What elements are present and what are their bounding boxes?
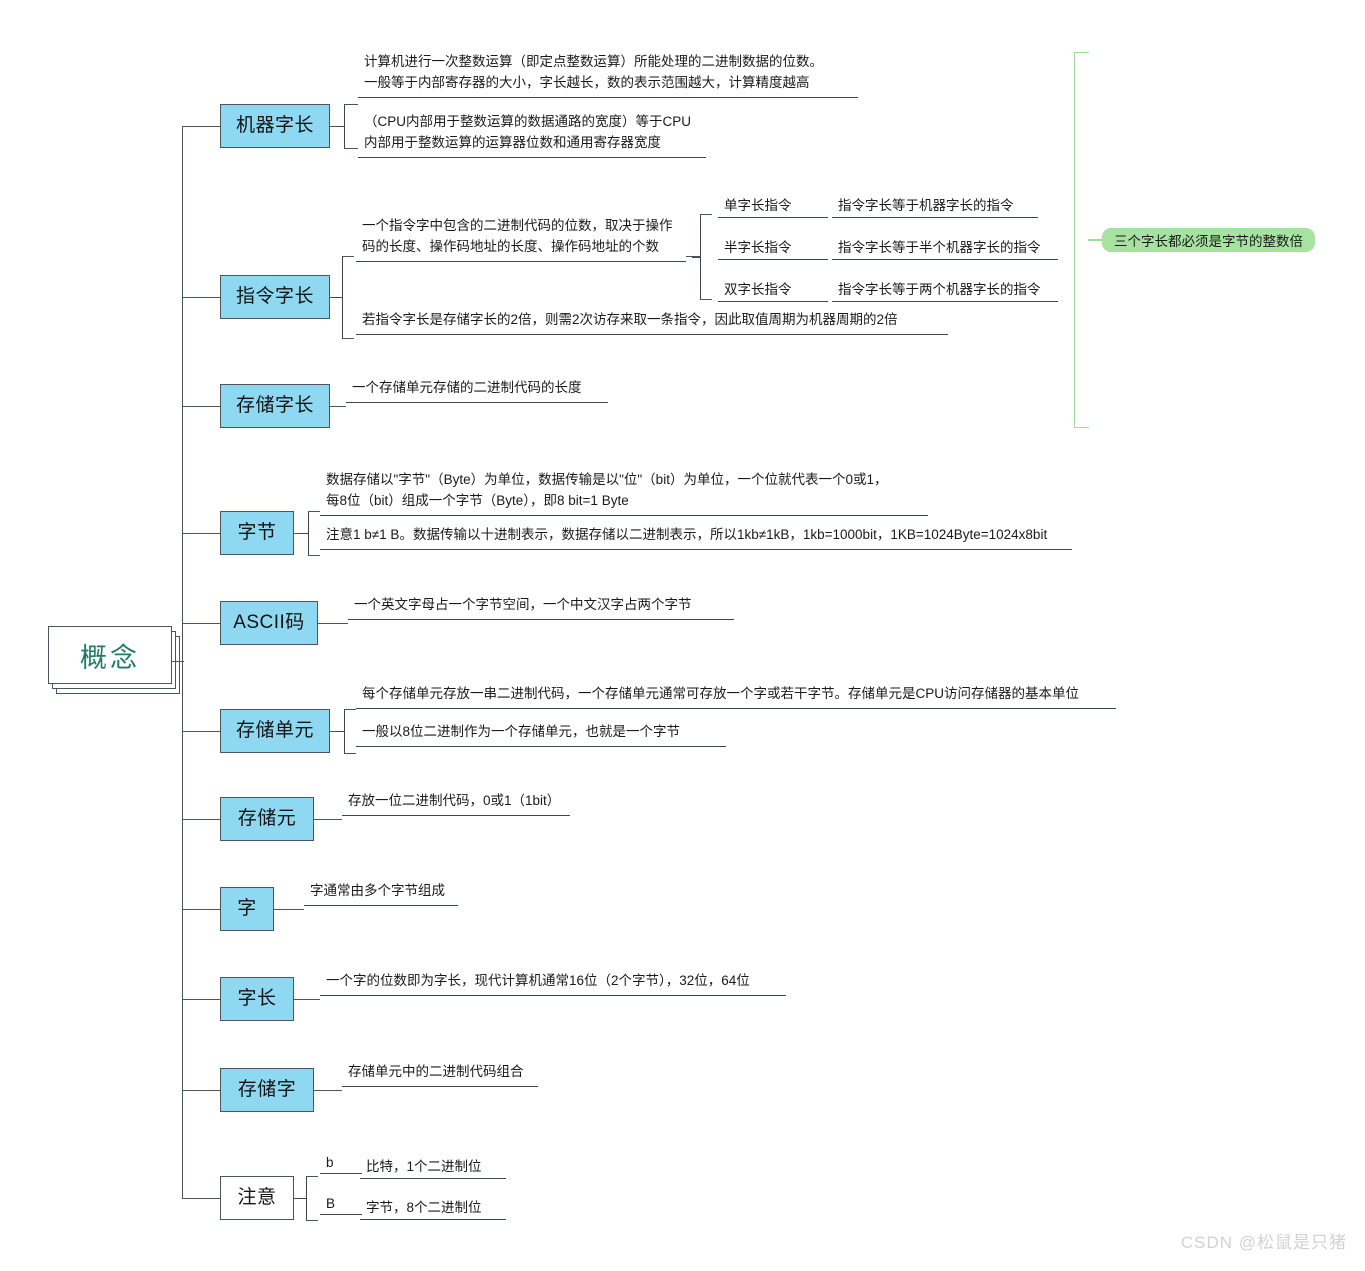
table-row-label: 双字长指令 [718,278,828,302]
root-label: 概念 [48,626,172,684]
bracket-instruction-table [692,214,701,299]
bracket-arm-top [342,256,354,258]
node-storage-unit[interactable]: 存储单元 [220,709,330,753]
node-storage-word[interactable]: 存储字 [220,1068,314,1112]
branch-connector-storage-word [182,1090,220,1092]
desc-instruction-word-length-1: 一个指令字中包含的二进制代码的位数，取决于操作 码的长度、操作码地址的长度、操作… [356,216,686,262]
node-label: ASCII码 [233,611,305,633]
node-word[interactable]: 字 [220,887,274,931]
node-machine-word-length[interactable]: 机器字长 [220,104,330,148]
highlight-connector [1088,239,1102,241]
bracket-arm-bottom [306,1220,318,1222]
connector-word-length [294,999,320,1001]
connector-word [274,909,304,911]
desc-byte-1: 数据存储以"字节"（Byte）为单位，数据传输是以"位"（bit）为单位，一个位… [320,470,928,516]
bracket-note [298,1176,307,1220]
connector-storage-word-length [330,406,346,408]
node-storage-word-length[interactable]: 存储字长 [220,384,330,428]
branch-connector-ascii-code [182,623,220,625]
bracket-machine-word-length [336,104,345,148]
node-label: 字 [237,897,257,919]
note-row-label: B [320,1196,362,1215]
branch-connector-storage-unit [182,731,220,733]
node-label: 存储元 [237,807,297,829]
bracket-arm-bottom [308,555,320,557]
node-label: 机器字长 [235,114,314,136]
node-ascii-code[interactable]: ASCII码 [220,601,318,645]
desc-machine-word-length-2: （CPU内部用于整数运算的数据通路的宽度）等于CPU 内部用于整数运算的运算器位… [358,112,706,158]
node-storage-element[interactable]: 存储元 [220,797,314,841]
root-node[interactable]: 概念 [48,626,188,698]
bracket-stub [336,731,345,733]
desc-ascii-code-1: 一个英文字母占一个字节空间，一个中文汉字占两个字节 [348,595,734,620]
highlight-pill[interactable]: 三个字长都必须是字节的整数倍 [1102,228,1315,252]
connector-ascii-code [318,623,348,625]
bracket-arm-bottom [344,753,356,755]
connector-storage-element [314,819,342,821]
bracket-stub [336,126,345,128]
branch-connector-word [182,909,220,911]
branch-connector-machine-word-length [182,126,220,128]
desc-machine-word-length-1: 计算机进行一次整数运算（即定点整数运算）所能处理的二进制数据的位数。 一般等于内… [358,52,858,98]
bracket-arm-bottom [342,338,354,340]
bracket-arm-top [308,511,320,513]
node-label: 存储单元 [235,719,314,741]
branch-connector-storage-word-length [182,406,220,408]
branch-connector-note [182,1198,220,1200]
note-row-value: 字节，8个二进制位 [360,1196,506,1220]
desc-storage-unit-1: 每个存储单元存放一串二进制代码，一个存储单元通常可存放一个字或若干字节。存储单元… [356,684,1116,709]
bracket-stub [298,1198,307,1200]
bracket-stub [692,256,701,258]
desc-byte-2: 注意1 b≠1 B。数据传输以十进制表示，数据存储以二进制表示，所以1kb≠1k… [320,525,1072,550]
branch-connector-byte [182,533,220,535]
desc-storage-unit-2: 一般以8位二进制作为一个存储单元，也就是一个字节 [356,722,726,747]
branch-connector-instruction-word-length [182,297,220,299]
bracket-arm-top [700,214,712,216]
node-byte[interactable]: 字节 [220,511,294,555]
table-row-value: 指令字长等于两个机器字长的指令 [832,278,1058,302]
connector-storage-word [314,1090,342,1092]
node-label: 字长 [237,987,277,1009]
highlight-bracket [1074,52,1089,428]
bracket-stub [300,533,309,535]
csdn-watermark: CSDN @松鼠是只猪 [1180,1233,1347,1252]
bracket-arm-top [344,104,358,106]
node-label: 指令字长 [235,285,314,307]
table-row-value: 指令字长等于半个机器字长的指令 [832,236,1058,260]
node-word-length[interactable]: 字长 [220,977,294,1021]
bracket-stub [334,297,343,299]
desc-storage-element-1: 存放一位二进制代码，0或1（1bit） [342,791,570,816]
node-label: 字节 [237,521,277,543]
bracket-byte [300,511,309,555]
note-row-label: b [320,1155,362,1174]
bracket-arm-top [306,1176,318,1178]
desc-word-1: 字通常由多个字节组成 [304,881,458,906]
branch-connector-word-length [182,999,220,1001]
mindmap-canvas: 概念 机器字长 计算机进行一次整数运算（即定点整数运算）所能处理的二进制数据的位… [0,0,1365,1271]
branch-connector-storage-element [182,819,220,821]
bracket-arm-top [344,709,356,711]
node-note[interactable]: 注意 [220,1176,294,1220]
bracket-arm-bottom [700,299,712,301]
node-instruction-word-length[interactable]: 指令字长 [220,275,330,319]
bracket-storage-unit [336,709,345,753]
node-label: 存储字 [237,1078,297,1100]
desc-storage-word-1: 存储单元中的二进制代码组合 [342,1062,538,1087]
table-row-label: 单字长指令 [718,194,828,218]
main-spine [182,126,184,1199]
desc-instruction-word-length-2: 若指令字长是存储字长的2倍，则需2次访存来取一条指令，因此取值周期为机器周期的2… [356,310,948,335]
bracket-instruction-word-length [334,256,343,338]
node-label: 存储字长 [235,394,314,416]
desc-word-length-1: 一个字的位数即为字长，现代计算机通常16位（2个字节），32位，64位 [320,971,786,996]
bracket-arm-bottom [344,148,358,150]
table-row-label: 半字长指令 [718,236,828,260]
desc-storage-word-length-1: 一个存储单元存储的二进制代码的长度 [346,378,608,403]
table-row-value: 指令字长等于机器字长的指令 [832,194,1038,218]
node-label: 注意 [237,1186,277,1208]
note-row-value: 比特，1个二进制位 [360,1155,506,1179]
